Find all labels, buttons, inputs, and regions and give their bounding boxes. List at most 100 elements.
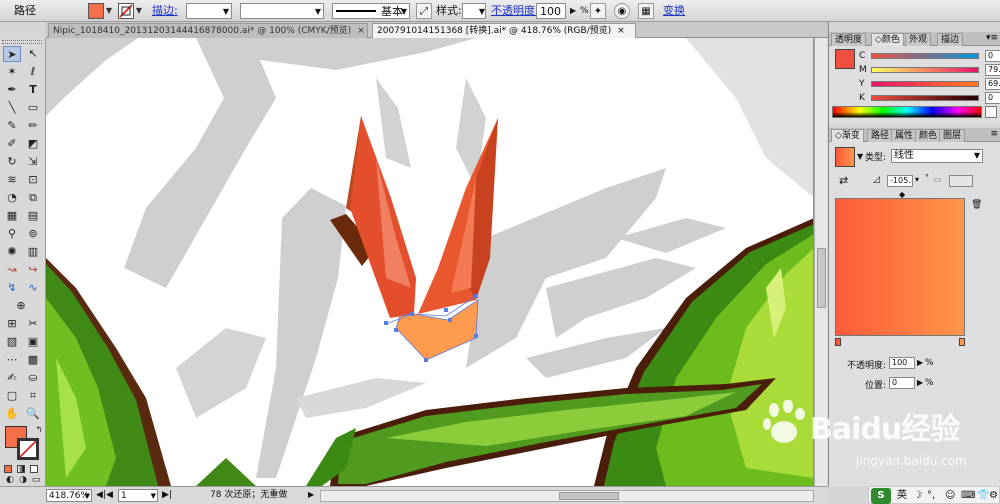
stroke-weight-field[interactable]: ▼ [186,3,232,19]
tab-gradient[interactable]: ◇渐变 [831,129,864,142]
rectangle-icon[interactable]: ▭ [24,100,42,116]
emoji-icon[interactable]: ☺ [945,488,955,504]
column-graph-icon[interactable]: ▥ [24,244,42,260]
moon-icon[interactable]: ☽ [913,488,922,504]
eyedropper-icon[interactable]: ✍ [3,370,21,386]
ime-language[interactable]: 英 [897,488,907,504]
gradient-swatch[interactable] [835,147,855,167]
tab-appearance[interactable]: 外观 [905,33,932,46]
first-artboard-icon[interactable]: ◀|◀ [96,489,113,502]
zoom-input[interactable]: 418.76% ▼ [46,489,92,502]
stroke-swatch[interactable] [118,3,134,19]
artboard-icon[interactable]: ⊞ [3,316,21,332]
settings-icon[interactable]: ⚙ [989,488,998,504]
paint-bucket-icon[interactable]: ⛀ [24,370,42,386]
stop-position-input[interactable]: 0 [889,377,915,389]
type-icon[interactable]: T [24,82,42,98]
blend-icon[interactable]: ⊚ [24,226,42,242]
isolate-object-icon[interactable]: ◉ [614,3,630,19]
tab-document-2[interactable]: 200791014151368 [转换].ai* @ 418.76% (RGB/… [372,23,636,38]
recolor-artwork-icon[interactable]: ✦ [590,3,606,19]
selection-icon[interactable]: ➤ [3,46,21,62]
fill-swatch[interactable] [88,3,104,19]
magic-wand-icon[interactable]: ✶ [3,64,21,80]
panel-menu-icon[interactable]: ≡ [990,129,998,139]
knife-icon[interactable]: ↯ [3,280,21,296]
blob-brush-icon[interactable]: ✐ [3,136,21,152]
artboard-canvas[interactable] [46,38,814,486]
transform-link[interactable]: 变换 [663,3,685,19]
black-slider[interactable] [871,95,979,101]
chevron-right-icon[interactable]: ▶ [570,3,578,19]
gradient-preview[interactable] [835,198,965,336]
hand-icon[interactable]: ✋ [3,406,21,422]
scale-icon[interactable]: ⇲ [24,154,42,170]
measure-icon[interactable]: ⋯ [3,352,21,368]
panel-grip[interactable] [2,40,42,44]
slice-icon[interactable]: ✂ [24,316,42,332]
punctuation-icon[interactable]: °, [927,488,935,504]
next-artboard-icon[interactable]: ▶| [162,489,172,502]
chevron-down-icon[interactable]: ▼ [105,3,113,19]
color-spectrum[interactable] [832,106,982,118]
panel-menu-icon[interactable]: ▾≡ [986,33,998,43]
status-menu-icon[interactable]: ▶ [308,489,314,502]
symbol-sprayer-icon[interactable]: ✺ [3,244,21,260]
line-icon[interactable]: ╲ [3,100,21,116]
paintbrush-icon[interactable]: ✎ [3,118,21,134]
stroke-link[interactable]: 描边: [152,3,178,19]
warp-icon[interactable]: ≋ [3,172,21,188]
chevron-right-icon[interactable]: ▶ [917,378,923,387]
magenta-input[interactable]: 79.59 [985,64,1000,76]
delete-stop-icon[interactable]: 🗑 [971,200,982,210]
brush-definition-field[interactable]: 基本 ▼ [332,3,410,19]
graph-icon[interactable]: ▣ [24,334,42,350]
curvature-icon[interactable]: ↝ [3,262,21,278]
angle-input[interactable]: -105. [887,175,913,187]
mesh-icon[interactable]: ▦ [3,208,21,224]
eyedropper-icon[interactable]: ⚲ [3,226,21,242]
width-icon[interactable]: ▧ [3,334,21,350]
pencil-icon[interactable]: ✏ [24,118,42,134]
magenta-slider[interactable] [871,67,979,73]
gradient-stop-end[interactable] [959,338,965,346]
crop-icon[interactable]: ⌗ [24,388,42,404]
black-input[interactable]: 0 [985,92,1000,104]
shape-builder-icon[interactable]: ◔ [3,190,21,206]
arc-icon[interactable]: ↪ [24,262,42,278]
eraser-icon[interactable]: ◩ [24,136,42,152]
scissors-icon[interactable]: ∿ [24,280,42,296]
chevron-down-icon[interactable]: ▼ [135,3,143,19]
aspect-ratio-input[interactable] [949,175,973,187]
print-tiling-icon[interactable]: ▢ [3,388,21,404]
chevron-down-icon[interactable]: ▾ [915,175,919,184]
lasso-icon[interactable]: ℓ [24,64,42,80]
gradient-icon[interactable]: ▤ [24,208,42,224]
tab-attributes[interactable]: 属性 [891,129,918,142]
pen-icon[interactable]: ✒ [3,82,21,98]
stroke-color-swatch[interactable] [17,438,39,460]
tab-stroke[interactable]: 描边 [937,33,964,46]
perspective-icon[interactable]: ⧉ [24,190,42,206]
graphic-style-field[interactable]: ▼ [462,3,486,19]
align-icon[interactable]: ▦ [638,3,654,19]
free-transform-icon[interactable]: ⊡ [24,172,42,188]
yellow-input[interactable]: 69.99 [985,78,1000,90]
fill-color-swatch[interactable] [835,49,855,69]
scroll-thumb[interactable] [559,492,619,500]
direct-selection-icon[interactable]: ↖ [24,46,42,62]
yellow-slider[interactable] [871,81,979,87]
reverse-gradient-icon[interactable]: ⇄ [839,174,848,187]
keyboard-icon[interactable]: ⌨ [961,488,975,504]
chevron-down-icon[interactable]: ▼ [857,152,863,161]
artboard-select[interactable]: 1 ▼ [118,489,158,502]
tab-layers[interactable]: 图层 [939,129,966,142]
gradient-mesh-icon[interactable]: ▩ [24,352,42,368]
opacity-input[interactable]: 100 [536,3,566,19]
gradient-type-select[interactable]: 线性 ▼ [891,149,983,163]
user-icon[interactable]: 👕 [977,488,989,504]
white-swatch[interactable] [985,106,997,118]
opacity-link[interactable]: 不透明度: [491,3,539,19]
close-icon[interactable]: × [617,26,625,36]
gradient-stop-start[interactable] [835,338,841,346]
